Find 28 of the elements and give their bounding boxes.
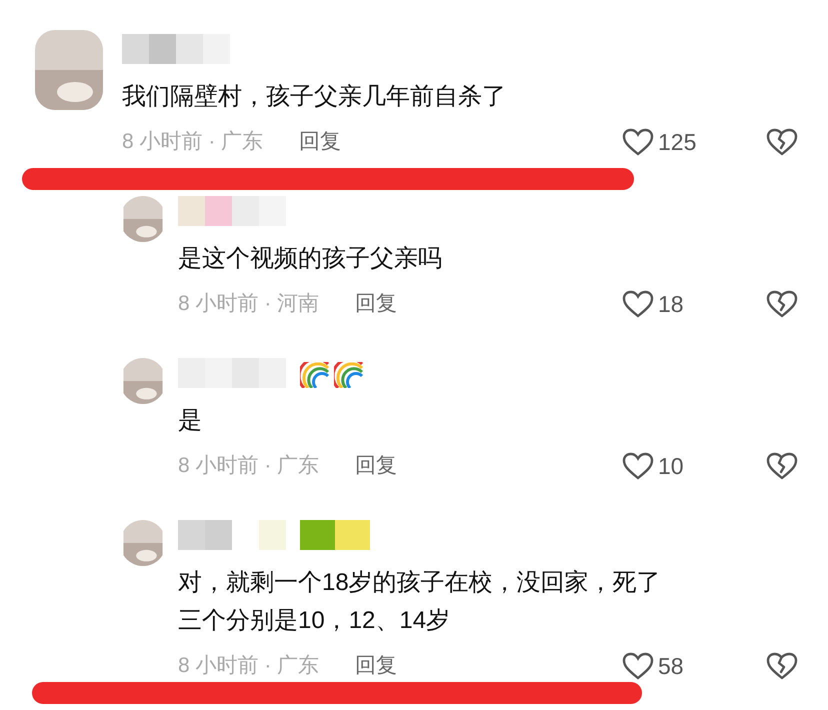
reply-link[interactable]: 回复: [299, 126, 342, 158]
comment-time: 8 小时前 · 广东: [178, 453, 320, 480]
comment-text: 是: [178, 406, 203, 436]
heart-icon[interactable]: [622, 127, 654, 157]
comment-text: 对，就剩一个18岁的孩子在校，没回家，死了: [178, 568, 662, 598]
blurred-badge-drawing: [300, 520, 370, 550]
comment-text: 是这个视频的孩子父亲吗: [178, 244, 443, 274]
heart-icon[interactable]: [622, 651, 654, 681]
broken-heart-icon[interactable]: [766, 651, 798, 681]
heart-icon[interactable]: [622, 289, 654, 319]
like-count: 58: [658, 652, 685, 681]
comment-text: 我们隔壁村，孩子父亲几年前自杀了: [122, 82, 507, 112]
broken-heart-icon[interactable]: [766, 289, 798, 319]
like-count: 10: [658, 452, 685, 481]
reply-link[interactable]: 回复: [355, 288, 398, 320]
rainbow-icon: [334, 362, 364, 388]
like-count: 18: [658, 290, 685, 319]
comment-time: 8 小时前 · 广东: [122, 129, 264, 156]
heart-icon[interactable]: [622, 451, 654, 481]
rainbow-icon: [300, 362, 330, 388]
comment-time: 8 小时前 · 广东: [178, 653, 320, 680]
reply-link[interactable]: 回复: [355, 450, 398, 482]
reply-link[interactable]: 回复: [355, 650, 398, 682]
broken-heart-icon[interactable]: [766, 127, 798, 157]
like-count: 125: [658, 128, 698, 157]
comment-time: 8 小时前 · 河南: [178, 291, 320, 318]
comment-text: 三个分别是10，12、14岁: [178, 606, 452, 636]
broken-heart-icon[interactable]: [766, 451, 798, 481]
